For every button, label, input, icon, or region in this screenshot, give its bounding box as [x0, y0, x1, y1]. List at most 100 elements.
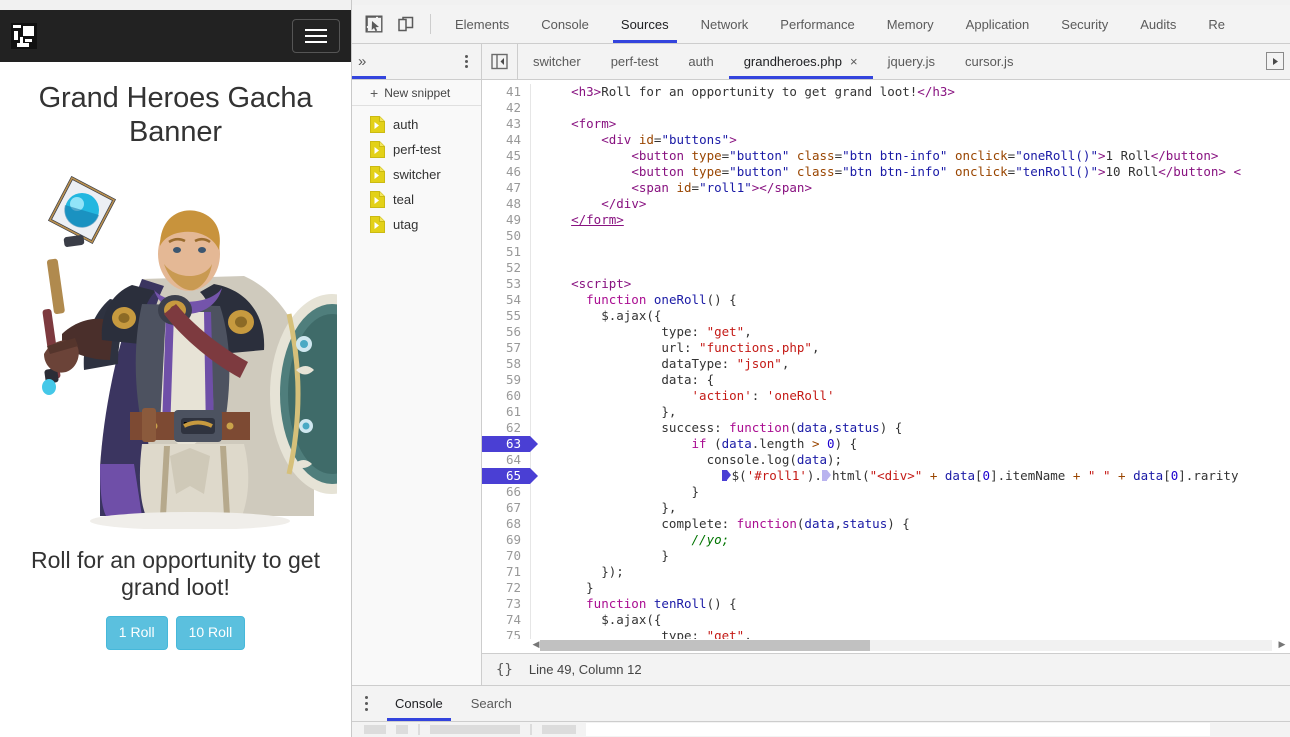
- snippet-item-utag[interactable]: utag: [352, 212, 481, 237]
- tab-application[interactable]: Application: [950, 5, 1046, 43]
- file-tab-perf-test[interactable]: perf-test: [596, 44, 674, 79]
- line-number[interactable]: 68: [482, 516, 530, 532]
- line-number[interactable]: 53: [482, 276, 530, 292]
- collapse-sidebar-icon[interactable]: [482, 44, 518, 79]
- code-text: $.ajax({: [541, 612, 1290, 628]
- tab-console[interactable]: Console: [525, 5, 605, 43]
- line-number[interactable]: 69: [482, 532, 530, 548]
- file-tab-switcher[interactable]: switcher: [518, 44, 596, 79]
- close-icon[interactable]: ×: [850, 55, 858, 68]
- line-number[interactable]: 47: [482, 180, 530, 196]
- scroll-left-icon[interactable]: ◀: [530, 639, 542, 650]
- editor-status-bar: {} Line 49, Column 12: [482, 653, 1290, 685]
- line-number[interactable]: 64: [482, 452, 530, 468]
- tab-audits[interactable]: Audits: [1124, 5, 1192, 43]
- line-number[interactable]: 55: [482, 308, 530, 324]
- line-number[interactable]: 61: [482, 404, 530, 420]
- drawer-tab-console[interactable]: Console: [381, 686, 457, 721]
- gutter-divider: [530, 84, 531, 100]
- site-logo-icon[interactable]: [11, 23, 37, 49]
- devtools-tabbar: Elements Console Sources Network Perform…: [352, 5, 1290, 44]
- line-number[interactable]: 62: [482, 420, 530, 436]
- line-number[interactable]: 71: [482, 564, 530, 580]
- drawer-tab-search[interactable]: Search: [457, 686, 526, 721]
- line-number[interactable]: 50: [482, 228, 530, 244]
- scroll-tabs-right-icon[interactable]: [1266, 52, 1284, 70]
- snippet-item-teal[interactable]: teal: [352, 187, 481, 212]
- drawer-kebab-icon[interactable]: [352, 686, 381, 721]
- hamburger-menu-button[interactable]: [292, 19, 340, 53]
- line-number[interactable]: 70: [482, 548, 530, 564]
- tab-security[interactable]: Security: [1045, 5, 1124, 43]
- file-tab-grandheroes-php[interactable]: grandheroes.php ×: [729, 44, 873, 79]
- tab-memory[interactable]: Memory: [871, 5, 950, 43]
- line-number[interactable]: 74: [482, 612, 530, 628]
- editor-horizontal-scrollbar[interactable]: ◀ ▶: [482, 639, 1290, 653]
- file-tab-cursor-js[interactable]: cursor.js: [950, 44, 1028, 79]
- line-number[interactable]: 66: [482, 484, 530, 500]
- snippet-item-auth[interactable]: auth: [352, 112, 481, 137]
- code-line: 52: [482, 260, 1290, 276]
- context-selector[interactable]: [430, 725, 520, 734]
- new-snippet-button[interactable]: + New snippet: [352, 80, 481, 106]
- code-text: },: [541, 404, 1290, 420]
- level-selector[interactable]: [542, 725, 576, 734]
- line-number-with-breakpoint[interactable]: 63: [482, 436, 530, 452]
- more-navigator-tabs-icon[interactable]: »: [358, 53, 365, 70]
- device-toolbar-icon[interactable]: [392, 10, 420, 38]
- line-number-with-breakpoint[interactable]: 65: [482, 468, 530, 484]
- line-number[interactable]: 45: [482, 148, 530, 164]
- line-number[interactable]: 49: [482, 212, 530, 228]
- code-line: 48 </div>: [482, 196, 1290, 212]
- code-line: 55 $.ajax({: [482, 308, 1290, 324]
- line-number[interactable]: 46: [482, 164, 530, 180]
- tab-rendering[interactable]: Re: [1192, 5, 1241, 43]
- snippet-item-perf-test[interactable]: perf-test: [352, 137, 481, 162]
- line-number[interactable]: 42: [482, 100, 530, 116]
- code-line: 72 }: [482, 580, 1290, 596]
- snippet-item-switcher[interactable]: switcher: [352, 162, 481, 187]
- line-number[interactable]: 60: [482, 388, 530, 404]
- file-tab-jquery-js[interactable]: jquery.js: [873, 44, 950, 79]
- line-number[interactable]: 58: [482, 356, 530, 372]
- scroll-right-icon[interactable]: ▶: [1276, 639, 1288, 650]
- code-line: 75 type: "get",: [482, 628, 1290, 639]
- tab-sources[interactable]: Sources: [605, 5, 685, 43]
- line-number[interactable]: 44: [482, 132, 530, 148]
- inspect-element-icon[interactable]: [360, 10, 388, 38]
- one-roll-button[interactable]: 1 Roll: [106, 616, 168, 650]
- snippet-list: auth perf-test: [352, 106, 481, 237]
- filter-icon[interactable]: [396, 725, 408, 734]
- line-number[interactable]: 75: [482, 628, 530, 639]
- navigator-kebab-icon[interactable]: [460, 51, 473, 72]
- tab-network[interactable]: Network: [685, 5, 765, 43]
- console-filter-input[interactable]: [586, 723, 1210, 736]
- gutter-divider: [530, 116, 531, 132]
- code-lines: 41 <h3>Roll for an opportunity to get gr…: [482, 84, 1290, 639]
- file-tab-label: auth: [688, 54, 713, 69]
- line-number[interactable]: 57: [482, 340, 530, 356]
- line-number[interactable]: 59: [482, 372, 530, 388]
- ten-roll-button[interactable]: 10 Roll: [176, 616, 246, 650]
- clear-console-icon[interactable]: [364, 725, 386, 734]
- tab-performance[interactable]: Performance: [764, 5, 870, 43]
- scrollbar-thumb[interactable]: [540, 640, 870, 651]
- line-number[interactable]: 73: [482, 596, 530, 612]
- line-number[interactable]: 67: [482, 500, 530, 516]
- code-text: $('#roll1').html("<div>" + data[0].itemN…: [541, 468, 1290, 484]
- line-number[interactable]: 56: [482, 324, 530, 340]
- file-tab-auth[interactable]: auth: [673, 44, 728, 79]
- code-line: 53 <script>: [482, 276, 1290, 292]
- line-number[interactable]: 41: [482, 84, 530, 100]
- pretty-print-button[interactable]: {}: [496, 662, 513, 678]
- line-number[interactable]: 52: [482, 260, 530, 276]
- line-number[interactable]: 54: [482, 292, 530, 308]
- line-number[interactable]: 43: [482, 116, 530, 132]
- source-code-editor[interactable]: 41 <h3>Roll for an opportunity to get gr…: [482, 80, 1290, 639]
- snippet-file-icon: [370, 191, 385, 208]
- tab-elements[interactable]: Elements: [439, 5, 525, 43]
- line-number[interactable]: 51: [482, 244, 530, 260]
- line-number[interactable]: 48: [482, 196, 530, 212]
- line-number[interactable]: 72: [482, 580, 530, 596]
- hamburger-bar: [305, 35, 327, 37]
